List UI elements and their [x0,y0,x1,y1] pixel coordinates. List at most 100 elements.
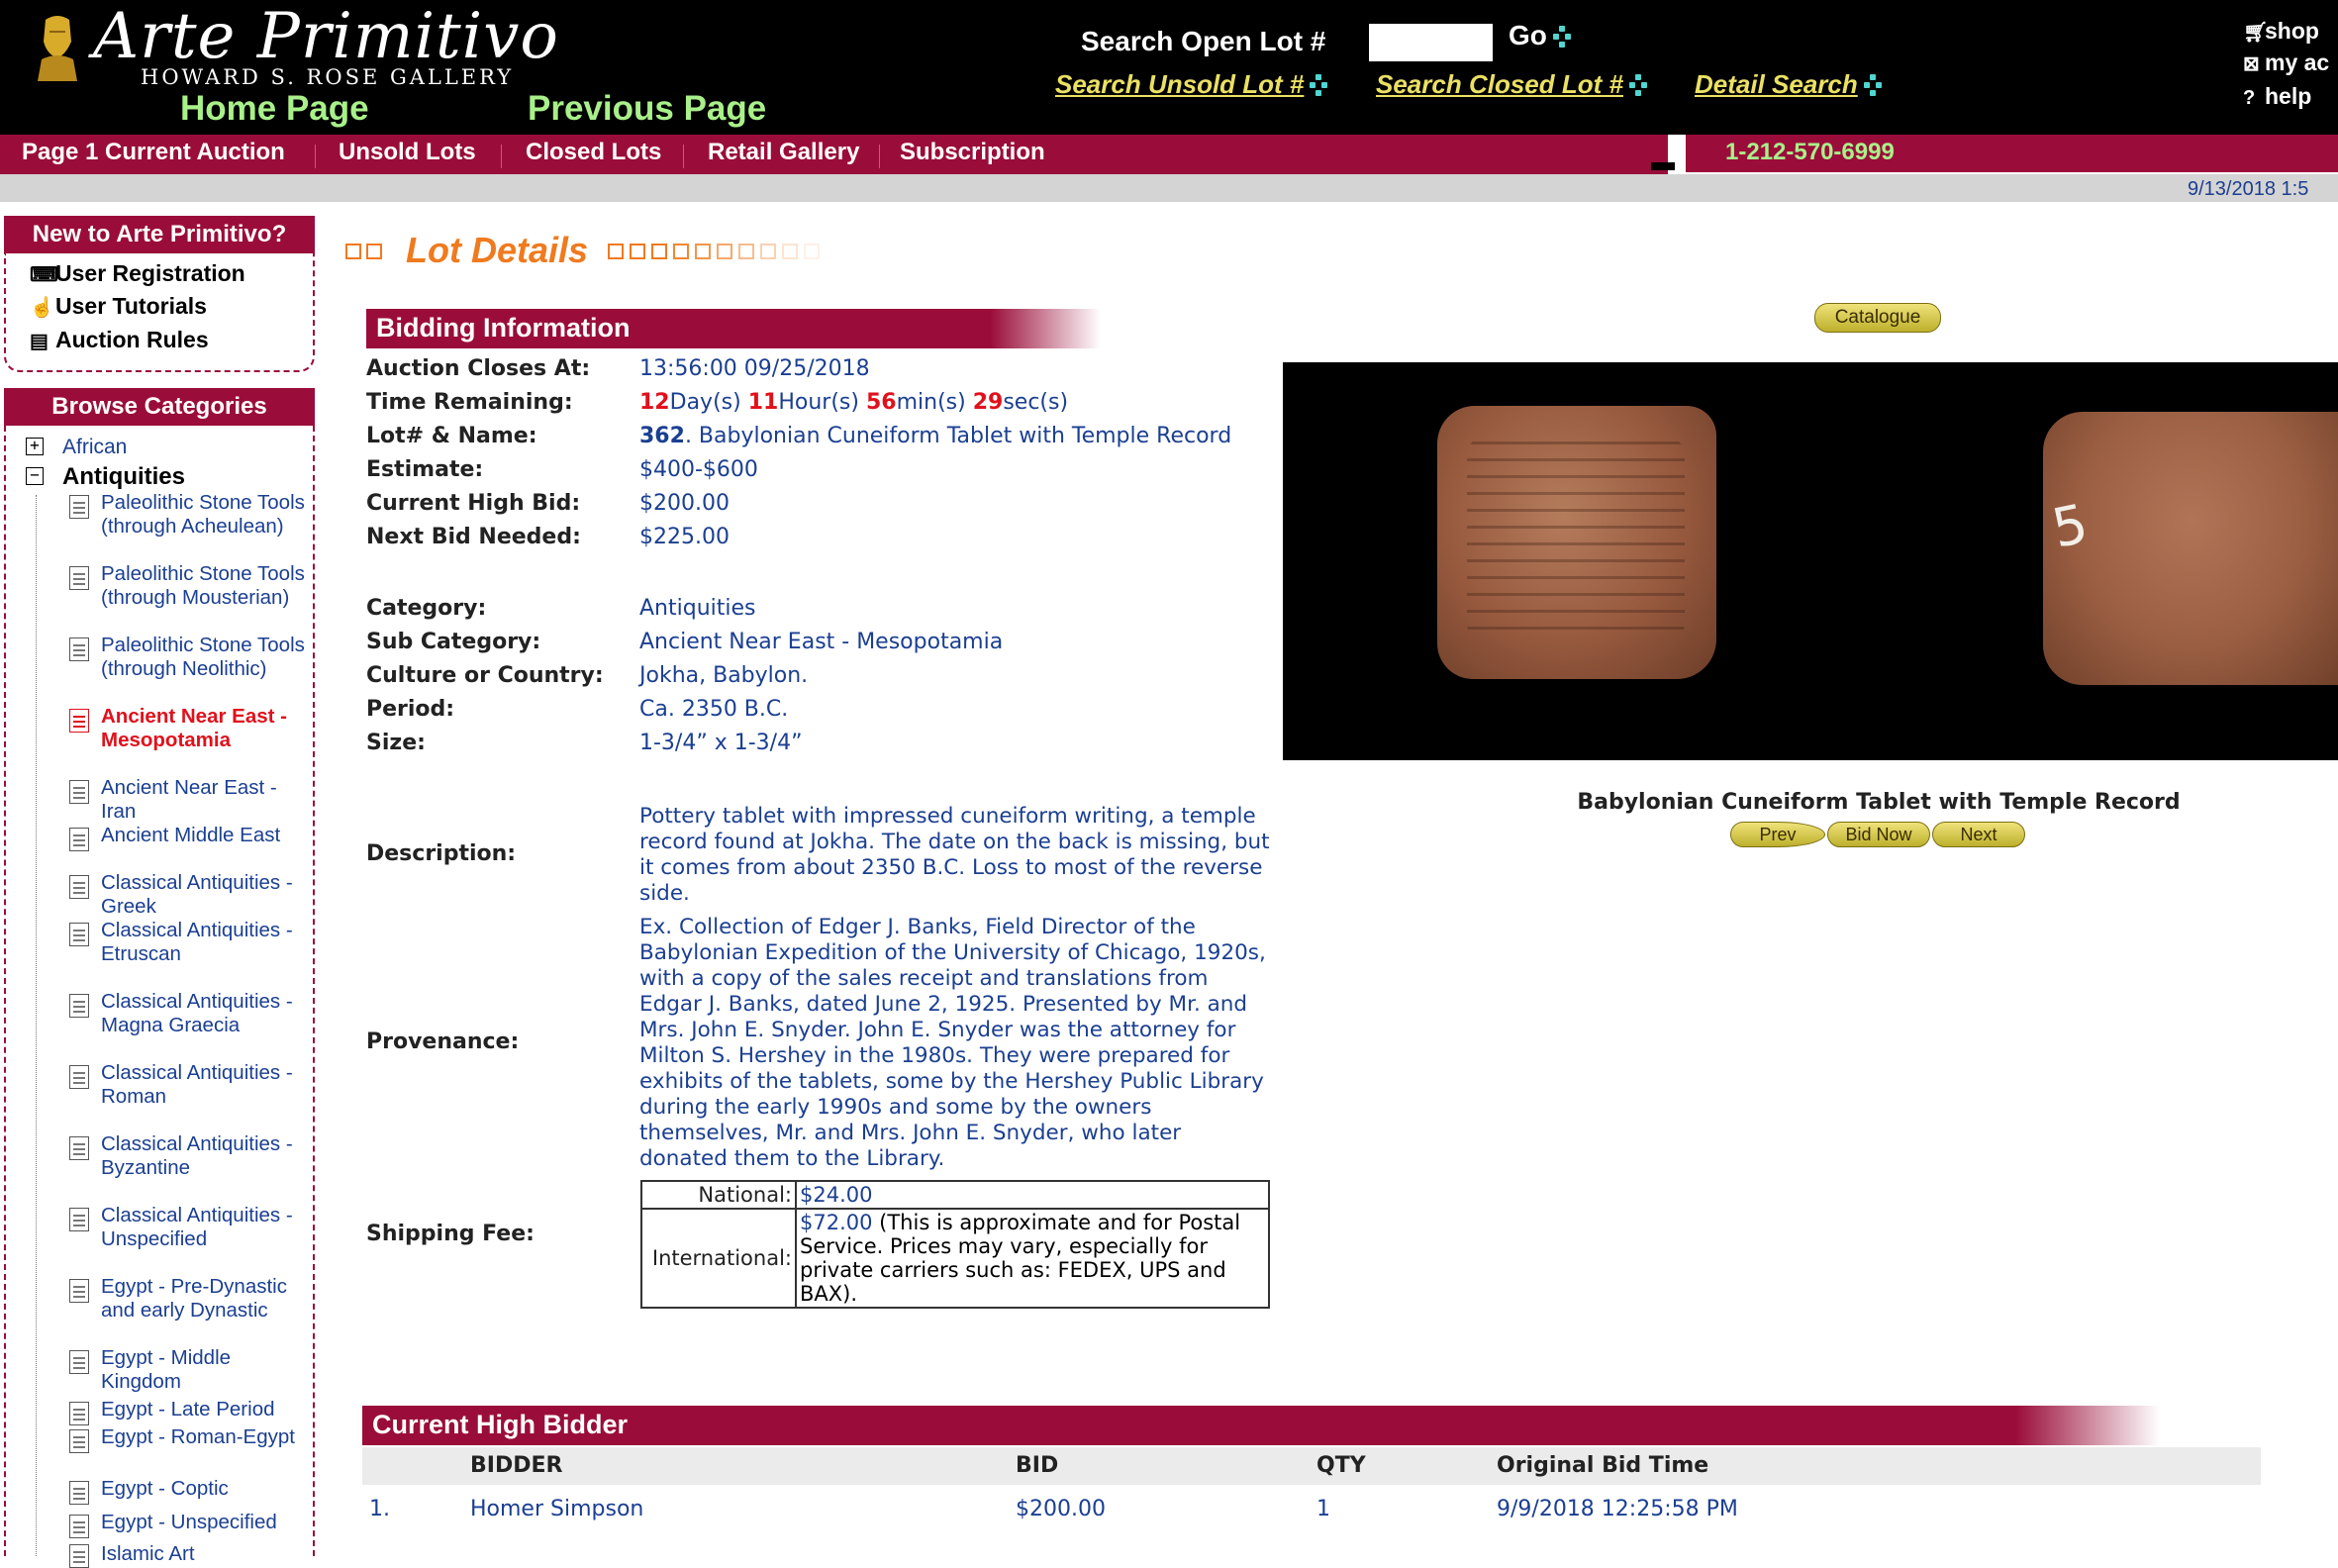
document-icon [69,1429,89,1453]
international-value: $72.00 [800,1211,873,1234]
bidder-qty: 1 [1316,1497,1330,1521]
description-label: Description: [366,841,517,866]
search-open-lot-input[interactable] [1369,24,1493,61]
size-value: 1-3/4” x 1-3/4” [639,731,803,755]
expand-african-toggle[interactable]: + [26,438,44,455]
period-value: Ca. 2350 B.C. [639,697,789,722]
category-african[interactable]: African [62,436,127,459]
time-remaining: 12Day(s) 11Hour(s) 56min(s) 29sec(s) [639,390,1068,415]
subcategory-item[interactable]: Classical Antiquities - Magna Graecia [101,990,309,1037]
help-link[interactable]: ? help [2243,83,2311,110]
subcategory-item[interactable]: Classical Antiquities - Roman [101,1061,309,1109]
category-antiquities[interactable]: Antiquities [62,463,185,491]
days-value: 12 [639,390,670,415]
nav-shade [1651,162,1675,170]
shop-link[interactable]: 🛒︎shop [2243,18,2319,45]
page-title: Lot Details [406,230,589,270]
minutes-value: 56 [865,390,897,415]
decor-square [651,244,667,259]
phone-number: 1-212-570-6999 [1725,139,1895,165]
bidding-information-title: Bidding Information [376,313,631,343]
subcategory-item[interactable]: Paleolithic Stone Tools (through Acheule… [101,491,309,539]
document-icon [69,495,89,519]
decor-square [717,244,732,259]
subcategory-item[interactable]: Egypt - Roman-Egypt [101,1425,309,1449]
subcategory-item[interactable]: Islamic Art [101,1542,309,1566]
subcategory-item[interactable]: Egypt - Coptic [101,1477,309,1501]
bidder-rank: 1. [369,1497,390,1521]
sub-category-value: Ancient Near East - Mesopotamia [639,630,1004,654]
culture-value: Jokha, Babylon. [639,663,809,688]
subcategory-item[interactable]: Egypt - Late Period [101,1398,309,1421]
subcategory-item[interactable]: Ancient Middle East [101,824,309,847]
shipping-row-international: International: $72.00 (This is approxima… [640,1208,1270,1309]
bidder-table-header [362,1447,2261,1485]
subcategory-item[interactable]: Classical Antiquities - Byzantine [101,1132,309,1180]
decor-square [673,244,689,259]
provenance-label: Provenance: [366,1029,520,1054]
closes-label: Auction Closes At: [366,356,591,381]
minutes-unit: min(s) [896,390,966,415]
bid-now-button[interactable]: Bid Now [1827,822,1930,847]
user-tutorials-link[interactable]: ☝User Tutorials [30,293,207,320]
logo-bust-icon[interactable] [36,12,79,81]
column-bidder: BIDDER [470,1453,563,1478]
go-button[interactable]: Go [1509,20,1571,51]
period-label: Period: [366,697,455,722]
shop-label: shop [2265,18,2319,44]
tree-connector [36,495,37,1556]
nav-divider [501,145,502,168]
subcategory-item[interactable]: Ancient Near East - Iran [101,776,309,824]
decor-square [608,244,624,259]
auction-rules-label: Auction Rules [55,327,209,352]
search-unsold-label: Search Unsold Lot # [1055,69,1305,99]
document-icon [69,637,89,661]
subcategory-item[interactable]: Egypt - Middle Kingdom [101,1346,309,1394]
bidding-information-header: Bidding Information [366,309,1101,348]
subcategory-item-active[interactable]: Ancient Near East - Mesopotamia [101,705,309,752]
previous-page-link[interactable]: Previous Page [528,89,766,129]
subcategory-item[interactable]: Classical Antiquities - Unspecified [101,1204,309,1251]
keyboard-icon: ⌨ [30,264,58,286]
auction-rules-link[interactable]: ▤ Auction Rules [30,327,209,353]
browse-categories-heading: Browse Categories [4,388,315,426]
subcategory-item[interactable]: Egypt - Pre-Dynastic and early Dynastic [101,1275,309,1323]
international-value-cell: $72.00 (This is approximate and for Post… [795,1208,1270,1309]
subcategory-item[interactable]: Classical Antiquities - Greek [101,871,309,919]
lot-name-label: Lot# & Name: [366,424,537,448]
remaining-label: Time Remaining: [366,390,573,415]
subcategory-item[interactable]: Paleolithic Stone Tools (through Mouster… [101,562,309,610]
next-button[interactable]: Next [1932,822,2025,847]
provenance-text: Ex. Collection of Edger J. Banks, Field … [639,915,1266,1171]
nav-closed-lots[interactable]: Closed Lots [526,139,661,166]
nav-unsold-lots[interactable]: Unsold Lots [339,139,476,166]
nav-current-auction[interactable]: Page 1 Current Auction [22,139,285,166]
document-icon: ▤ [30,331,49,352]
next-bid-label: Next Bid Needed: [366,525,581,549]
decor-square [782,244,798,259]
detail-search-link[interactable]: Detail Search [1695,69,1882,100]
user-registration-link[interactable]: ⌨User Registration [30,260,245,287]
subcategory-item[interactable]: Paleolithic Stone Tools (through Neolith… [101,634,309,681]
arrow-dots-icon [1628,74,1647,98]
search-closed-lot-link[interactable]: Search Closed Lot # [1376,69,1647,100]
current-date: 9/13/2018 1:5 [2188,178,2309,200]
home-page-link[interactable]: Home Page [180,89,369,129]
logo-title[interactable]: Arte Primitivo [93,0,559,73]
lot-photo[interactable]: 5 [1283,362,2338,760]
nav-retail-gallery[interactable]: Retail Gallery [708,139,859,166]
lot-number: 362 [639,424,685,448]
search-unsold-lot-link[interactable]: Search Unsold Lot # [1055,69,1328,100]
subcategory-item[interactable]: Egypt - Unspecified [101,1511,309,1534]
prev-button[interactable]: Prev [1730,822,1825,847]
sub-category-label: Sub Category: [366,630,541,654]
collapse-antiquities-toggle[interactable]: − [26,467,44,485]
current-high-bidder-header: Current High Bidder [362,1406,2160,1445]
subcategory-item[interactable]: Classical Antiquities - Etruscan [101,919,309,966]
my-account-link[interactable]: ⊠ my ac [2243,49,2329,76]
document-icon [69,1208,89,1231]
nav-subscription[interactable]: Subscription [900,139,1045,166]
bidder-name: Homer Simpson [470,1497,644,1521]
catalogue-button[interactable]: Catalogue [1814,303,1941,333]
search-open-lot-label: Search Open Lot # [1081,26,1326,56]
